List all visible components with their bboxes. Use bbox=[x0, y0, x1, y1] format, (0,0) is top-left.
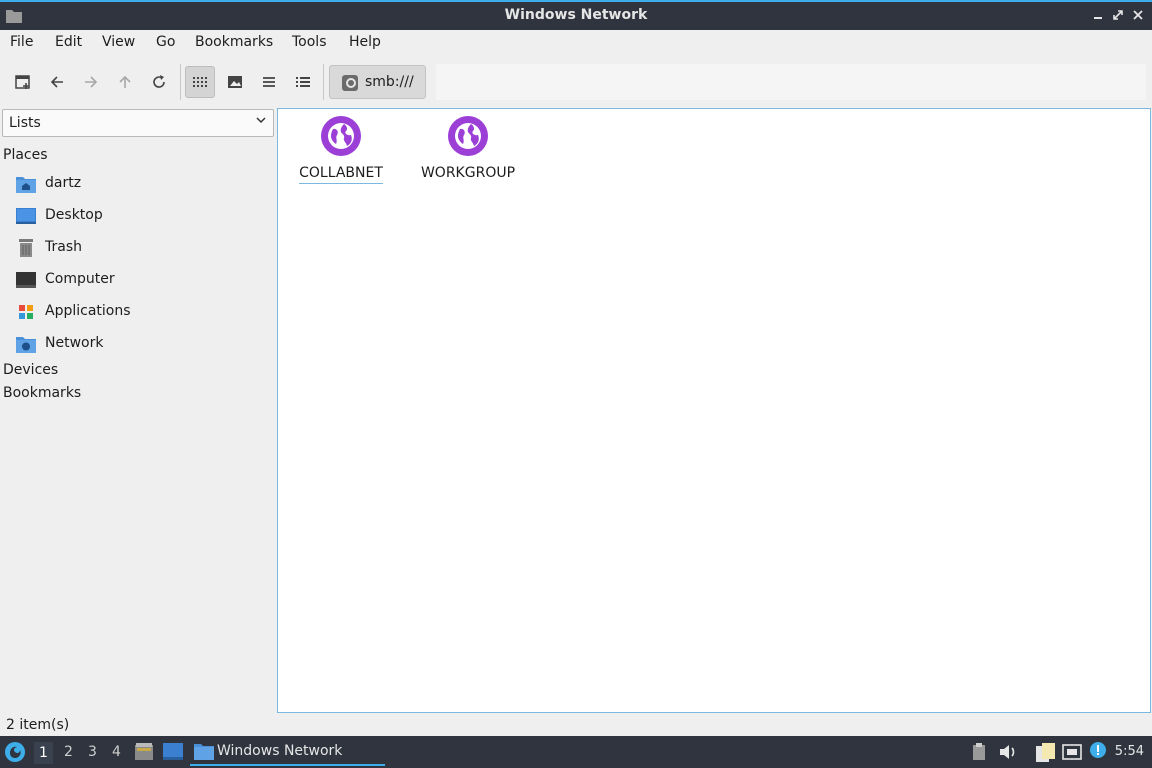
menu-tools[interactable]: Tools bbox=[292, 34, 327, 50]
back-button[interactable] bbox=[42, 66, 72, 98]
computer-icon bbox=[16, 272, 36, 288]
workspace-2[interactable]: 2 bbox=[64, 744, 73, 760]
compact-view-icon bbox=[263, 77, 275, 87]
workspace-1[interactable]: 1 bbox=[34, 742, 53, 764]
taskbar-window-label: Windows Network bbox=[217, 743, 343, 759]
network-folder-icon bbox=[16, 337, 36, 353]
clipboard-icon[interactable] bbox=[972, 743, 986, 761]
chevron-down-icon bbox=[255, 114, 267, 129]
location-path-button[interactable]: smb:/// bbox=[329, 65, 426, 99]
detail-view-icon bbox=[296, 77, 310, 87]
file-item-label: COLLABNET bbox=[299, 165, 383, 184]
file-view[interactable]: COLLABNET WORKGROUP bbox=[277, 108, 1151, 713]
close-button[interactable] bbox=[1129, 6, 1147, 26]
menu-go[interactable]: Go bbox=[156, 34, 175, 50]
sidebar-item-label: Computer bbox=[45, 271, 115, 287]
close-icon bbox=[1133, 10, 1143, 20]
sidebar-item-label: Applications bbox=[45, 303, 131, 319]
toolbar-separator bbox=[323, 64, 324, 100]
sidebar-item-dartz[interactable]: dartz bbox=[16, 172, 266, 196]
update-notifier-icon[interactable] bbox=[1089, 741, 1107, 761]
volume-icon[interactable] bbox=[998, 743, 1018, 761]
reload-button[interactable] bbox=[144, 66, 174, 98]
menu-view[interactable]: View bbox=[102, 34, 135, 50]
taskbar-window-button[interactable]: Windows Network bbox=[190, 736, 385, 766]
file-item-workgroup[interactable]: WORKGROUP bbox=[413, 115, 523, 195]
toolbar-separator bbox=[180, 64, 181, 100]
maximize-icon bbox=[1113, 10, 1123, 20]
notes-icon[interactable] bbox=[1035, 743, 1057, 763]
taskbar-clock[interactable]: 5:54 bbox=[1115, 744, 1144, 759]
sidebar-item-applications[interactable]: Applications bbox=[16, 300, 266, 324]
menu-file[interactable]: File bbox=[10, 34, 33, 50]
network-status-icon[interactable] bbox=[1062, 743, 1082, 761]
taskbar: 1 2 3 4 Windows Network 5:54 bbox=[0, 736, 1152, 768]
thumbnail-view-icon bbox=[228, 76, 242, 88]
minimize-icon bbox=[1094, 17, 1102, 19]
window-titlebar[interactable]: Windows Network bbox=[0, 0, 1152, 30]
start-menu-icon[interactable] bbox=[4, 741, 26, 763]
forward-button[interactable] bbox=[76, 66, 106, 98]
menu-bookmarks[interactable]: Bookmarks bbox=[195, 34, 273, 50]
thumbnail-view-button[interactable] bbox=[220, 66, 250, 98]
detail-view-button[interactable] bbox=[288, 66, 318, 98]
sidebar-item-desktop[interactable]: Desktop bbox=[16, 204, 266, 228]
sidebar-item-network[interactable]: Network bbox=[16, 332, 266, 356]
devices-section-header[interactable]: Devices bbox=[3, 362, 58, 378]
up-icon bbox=[119, 75, 131, 88]
workspace-3[interactable]: 3 bbox=[88, 744, 97, 760]
sidebar-item-trash[interactable]: Trash bbox=[16, 236, 266, 260]
forward-icon bbox=[85, 76, 98, 88]
sidebar-item-label: dartz bbox=[45, 175, 82, 191]
icon-view-button[interactable] bbox=[185, 66, 215, 98]
network-drive-icon bbox=[342, 75, 358, 91]
reload-icon bbox=[153, 75, 165, 88]
minimize-button[interactable] bbox=[1089, 6, 1107, 26]
bookmarks-section-header[interactable]: Bookmarks bbox=[3, 385, 81, 401]
network-workgroup-icon bbox=[448, 116, 488, 156]
sidebar-item-computer[interactable]: Computer bbox=[16, 268, 266, 292]
sidebar: Lists Places dartz Desktop Trash Compute… bbox=[0, 108, 274, 714]
places-section-header[interactable]: Places bbox=[3, 147, 48, 163]
compact-view-button[interactable] bbox=[254, 66, 284, 98]
status-bar-text: 2 item(s) bbox=[6, 717, 70, 733]
location-bar-background bbox=[436, 64, 1146, 100]
menu-edit[interactable]: Edit bbox=[55, 34, 82, 50]
file-item-label: WORKGROUP bbox=[420, 165, 516, 181]
back-icon bbox=[50, 76, 63, 88]
show-desktop-icon[interactable] bbox=[163, 743, 183, 761]
sidebar-item-label: Trash bbox=[45, 239, 82, 255]
file-manager-launcher-icon[interactable] bbox=[134, 742, 154, 762]
file-item-collabnet[interactable]: COLLABNET bbox=[286, 115, 396, 195]
new-tab-icon bbox=[15, 75, 30, 89]
sidebar-item-label: Network bbox=[45, 335, 104, 351]
sidebar-item-label: Desktop bbox=[45, 207, 103, 223]
up-button[interactable] bbox=[110, 66, 140, 98]
menu-bar: File Edit View Go Bookmarks Tools Help bbox=[0, 30, 1152, 56]
maximize-button[interactable] bbox=[1109, 6, 1127, 26]
window-title: Windows Network bbox=[504, 7, 648, 23]
home-folder-icon bbox=[16, 177, 36, 193]
network-workgroup-icon bbox=[321, 116, 361, 156]
workspace-4[interactable]: 4 bbox=[112, 744, 121, 760]
trash-icon bbox=[19, 239, 33, 257]
icon-view-icon bbox=[193, 77, 207, 87]
new-tab-button[interactable] bbox=[8, 66, 38, 98]
sidebar-mode-select[interactable]: Lists bbox=[2, 109, 274, 137]
desktop-icon bbox=[16, 208, 36, 224]
location-path: smb:/// bbox=[365, 74, 414, 90]
sidebar-mode-value: Lists bbox=[9, 115, 41, 131]
menu-help[interactable]: Help bbox=[349, 34, 381, 50]
folder-icon bbox=[194, 744, 214, 760]
applications-icon bbox=[19, 305, 33, 319]
